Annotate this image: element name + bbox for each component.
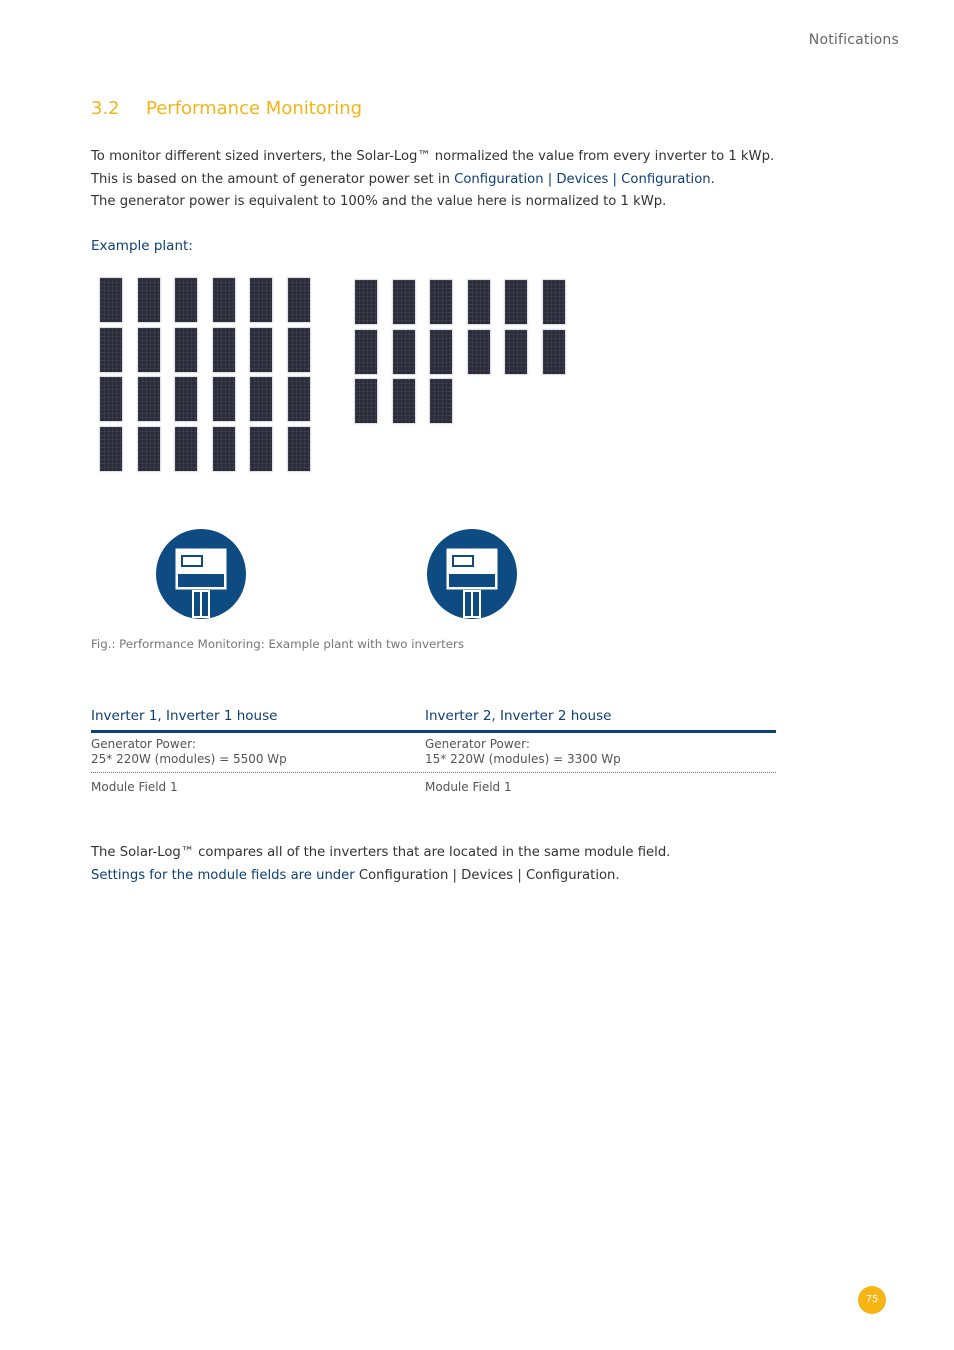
solar-module bbox=[250, 426, 272, 471]
solar-module bbox=[212, 327, 235, 372]
outro-line-1: The Solar-Log™ compares all of the inver… bbox=[91, 845, 671, 860]
outro-line-2: Settings for the module fields are under… bbox=[91, 867, 620, 883]
solar-module bbox=[212, 426, 235, 471]
solar-module bbox=[175, 377, 197, 421]
solar-module bbox=[430, 280, 452, 324]
section-heading: 3.2 Performance Monitoring bbox=[91, 98, 362, 119]
solar-module bbox=[505, 280, 527, 324]
solar-module bbox=[287, 426, 310, 471]
solar-module bbox=[430, 329, 452, 374]
solar-module bbox=[287, 278, 310, 322]
example-plant-label: Example plant: bbox=[91, 238, 193, 254]
intro-line-2: This is based on the amount of generator… bbox=[91, 171, 715, 187]
intro-paragraph: To monitor different sized inverters, th… bbox=[91, 146, 774, 214]
column-header: Inverter 2, Inverter 2 house bbox=[425, 708, 612, 724]
solar-module bbox=[137, 426, 160, 471]
solar-module bbox=[505, 329, 527, 374]
solar-module bbox=[355, 280, 377, 324]
intro-line-3: The generator power is equivalent to 100… bbox=[91, 194, 667, 209]
solar-module bbox=[250, 327, 272, 372]
module-field: Module Field 1 bbox=[425, 780, 512, 794]
solar-module bbox=[355, 379, 377, 423]
figure-caption: Fig.: Performance Monitoring: Example pl… bbox=[91, 637, 465, 651]
solar-module bbox=[287, 377, 310, 421]
table-column-inverter-2: Inverter 2, Inverter 2 house Generator P… bbox=[425, 708, 621, 795]
solar-module bbox=[100, 426, 122, 471]
solar-module bbox=[392, 280, 415, 324]
solar-module bbox=[175, 426, 197, 471]
inverter-1-icon bbox=[156, 529, 246, 619]
table-column-inverter-1: Inverter 1, Inverter 1 house Generator P… bbox=[91, 708, 287, 795]
inverter-2-icon bbox=[427, 529, 517, 619]
solar-module bbox=[212, 377, 235, 421]
solar-module bbox=[542, 280, 565, 324]
solar-module bbox=[212, 278, 235, 322]
solar-module bbox=[175, 327, 197, 372]
generator-power-value: 25* 220W (modules) = 5500 Wp bbox=[91, 752, 287, 766]
module-field: Module Field 1 bbox=[91, 780, 178, 794]
solar-module bbox=[287, 327, 310, 372]
running-header: Notifications bbox=[808, 32, 899, 48]
solar-module bbox=[355, 329, 377, 374]
section-number: 3.2 bbox=[91, 98, 120, 119]
solar-module bbox=[137, 278, 160, 322]
page-number-badge: 75 bbox=[858, 1286, 886, 1314]
section-title: Performance Monitoring bbox=[146, 98, 363, 119]
solar-module bbox=[392, 329, 415, 374]
module-field-settings-link[interactable]: Settings for the module fields are under bbox=[91, 868, 355, 883]
config-path-link[interactable]: Configuration | Devices | Configuration bbox=[454, 172, 711, 187]
intro-line-1: To monitor different sized inverters, th… bbox=[91, 149, 775, 164]
solar-module bbox=[250, 377, 272, 421]
solar-module bbox=[467, 280, 490, 324]
solar-module bbox=[542, 329, 565, 374]
generator-power-value: 15* 220W (modules) = 3300 Wp bbox=[425, 752, 621, 766]
solar-module bbox=[100, 377, 122, 421]
generator-power-label: Generator Power: bbox=[91, 737, 196, 751]
solar-module bbox=[430, 379, 452, 423]
solar-module bbox=[392, 379, 415, 423]
solar-module bbox=[137, 327, 160, 372]
solar-module bbox=[175, 278, 197, 322]
outro-paragraph: The Solar-Log™ compares all of the inver… bbox=[91, 842, 670, 887]
solar-module bbox=[467, 329, 490, 374]
column-header: Inverter 1, Inverter 1 house bbox=[91, 708, 278, 724]
solar-module bbox=[100, 278, 122, 322]
solar-module bbox=[100, 327, 122, 372]
generator-power-label: Generator Power: bbox=[425, 737, 530, 751]
solar-module bbox=[137, 377, 160, 421]
solar-module bbox=[250, 278, 272, 322]
